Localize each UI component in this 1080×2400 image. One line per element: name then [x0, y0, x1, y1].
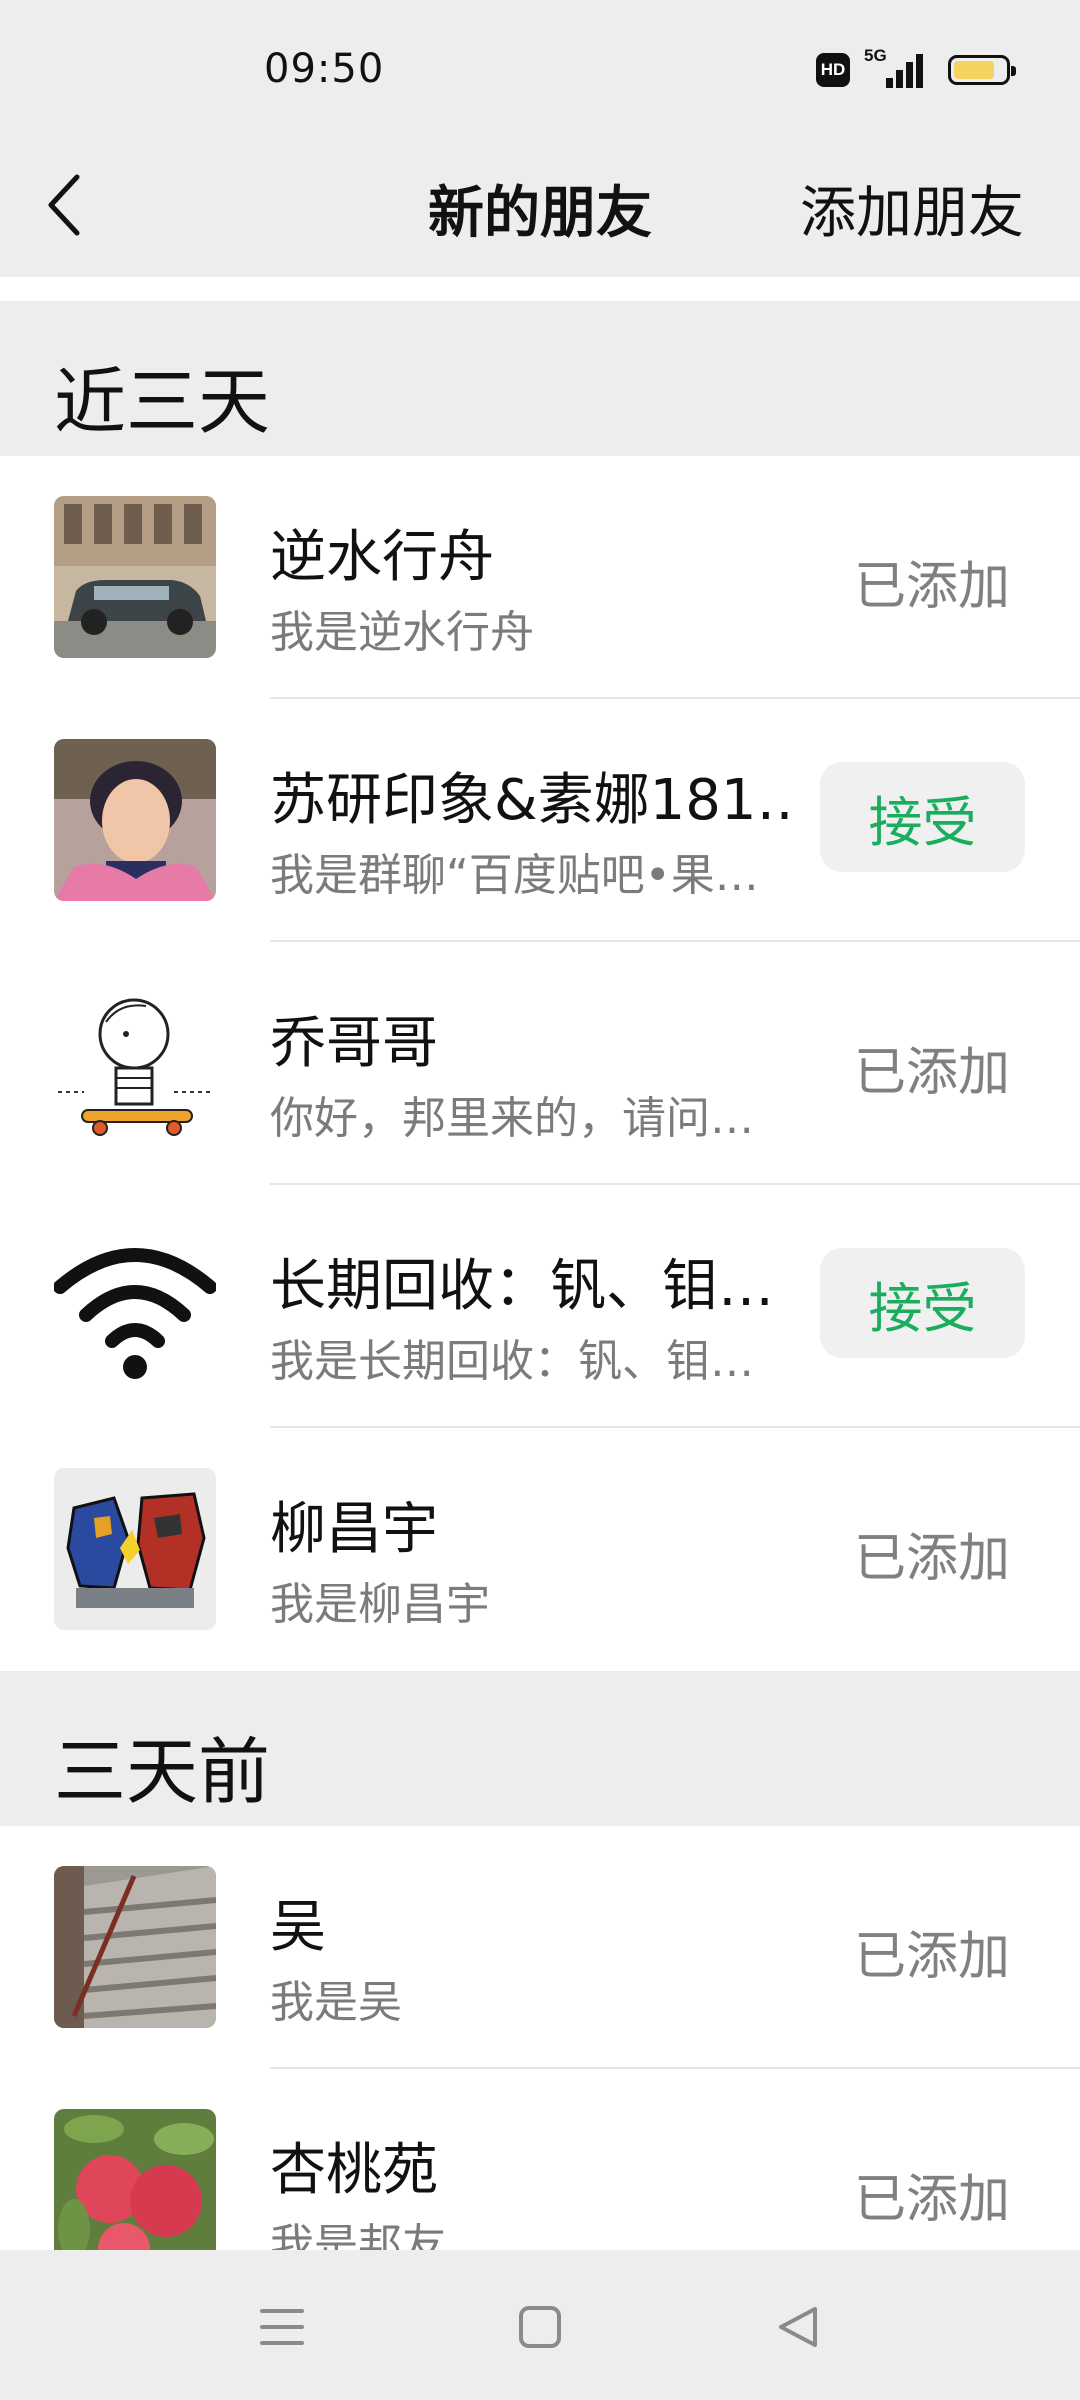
peach-photo-icon	[54, 2109, 216, 2250]
list-item[interactable]: 柳昌宇 我是柳昌宇 已添加	[0, 1428, 1080, 1671]
list-item[interactable]: 杏桃苑 我是邦友 已添加	[0, 2069, 1080, 2250]
add-friend-button[interactable]: 添加朋友	[800, 168, 1024, 249]
wifi-icon	[54, 1225, 216, 1387]
section-header-older: 三天前	[0, 1671, 1080, 1826]
contact-message: 我是长期回收：钒、钼…	[270, 1336, 754, 1387]
added-status: 已添加	[853, 557, 1010, 617]
contact-name: 吴	[270, 1895, 326, 1960]
section-header-recent: 近三天	[0, 301, 1080, 456]
back-triangle-icon	[779, 2307, 817, 2347]
added-status: 已添加	[853, 1927, 1010, 1987]
list-item[interactable]: 长期回收：钒、钼… 我是长期回收：钒、钼… 接受	[0, 1185, 1080, 1428]
contact-message: 我是逆水行舟	[270, 607, 534, 658]
menu-icon	[260, 2309, 304, 2345]
added-status: 已添加	[853, 1043, 1010, 1103]
avatar[interactable]	[54, 1468, 216, 1630]
contact-message: 我是邦友	[270, 2220, 446, 2250]
avatar[interactable]	[54, 496, 216, 658]
contact-message: 我是群聊“百度贴吧•果…	[270, 850, 759, 901]
contact-name: 柳昌宇	[270, 1497, 438, 1562]
robot-drawing-icon	[54, 1468, 216, 1630]
hd-icon: HD	[816, 53, 850, 87]
contact-name: 乔哥哥	[270, 1011, 438, 1076]
list-item[interactable]: 苏研印象&素娜181… 我是群聊“百度贴吧•果… 接受	[0, 699, 1080, 942]
car-photo-icon	[54, 496, 216, 658]
contact-message: 我是柳昌宇	[270, 1579, 490, 1630]
battery-icon	[948, 55, 1016, 85]
cartoon-skateboard-icon	[54, 982, 216, 1144]
accept-button[interactable]: 接受	[820, 1248, 1025, 1358]
back-nav-button[interactable]	[763, 2292, 833, 2362]
home-square-icon	[519, 2306, 561, 2348]
added-status: 已添加	[853, 2170, 1010, 2230]
avatar[interactable]	[54, 739, 216, 901]
contact-name: 逆水行舟	[270, 525, 494, 590]
section-title: 三天前	[54, 1730, 271, 1814]
contact-list-recent: 逆水行舟 我是逆水行舟 已添加 苏研印象&素娜181… 我是群聊“百度贴吧•果……	[0, 456, 1080, 1671]
signal-icon: 5G	[864, 46, 926, 90]
contact-name: 杏桃苑	[270, 2138, 438, 2203]
contact-message: 我是吴	[270, 1977, 402, 2028]
menu-button[interactable]	[247, 2292, 317, 2362]
avatar[interactable]	[54, 1225, 216, 1387]
home-button[interactable]	[505, 2292, 575, 2362]
contact-message: 你好，邦里来的，请问…	[270, 1093, 754, 1144]
network-type: 5G	[864, 46, 887, 65]
contact-name: 苏研印象&素娜181…	[270, 768, 790, 833]
section-title: 近三天	[54, 360, 271, 444]
nav-bar: 新的朋友 添加朋友	[0, 140, 1080, 275]
status-time: 09:50	[264, 46, 385, 92]
contact-list-older: 吴 我是吴 已添加 杏桃苑 我是邦友 已添加	[0, 1826, 1080, 2250]
avatar[interactable]	[54, 2109, 216, 2250]
added-status: 已添加	[853, 1529, 1010, 1589]
list-item[interactable]: 逆水行舟 我是逆水行舟 已添加	[0, 456, 1080, 699]
avatar[interactable]	[54, 1866, 216, 2028]
divider	[0, 277, 1080, 301]
system-nav-bar	[0, 2250, 1080, 2400]
person-photo-icon	[54, 739, 216, 901]
avatar[interactable]	[54, 982, 216, 1144]
list-item[interactable]: 乔哥哥 你好，邦里来的，请问… 已添加	[0, 942, 1080, 1185]
status-icons: HD 5G	[816, 46, 1016, 90]
stairs-photo-icon	[54, 1866, 216, 2028]
accept-button[interactable]: 接受	[820, 762, 1025, 872]
status-bar: 09:50 HD 5G	[0, 0, 1080, 140]
list-item[interactable]: 吴 我是吴 已添加	[0, 1826, 1080, 2069]
contact-name: 长期回收：钒、钼…	[270, 1254, 774, 1319]
